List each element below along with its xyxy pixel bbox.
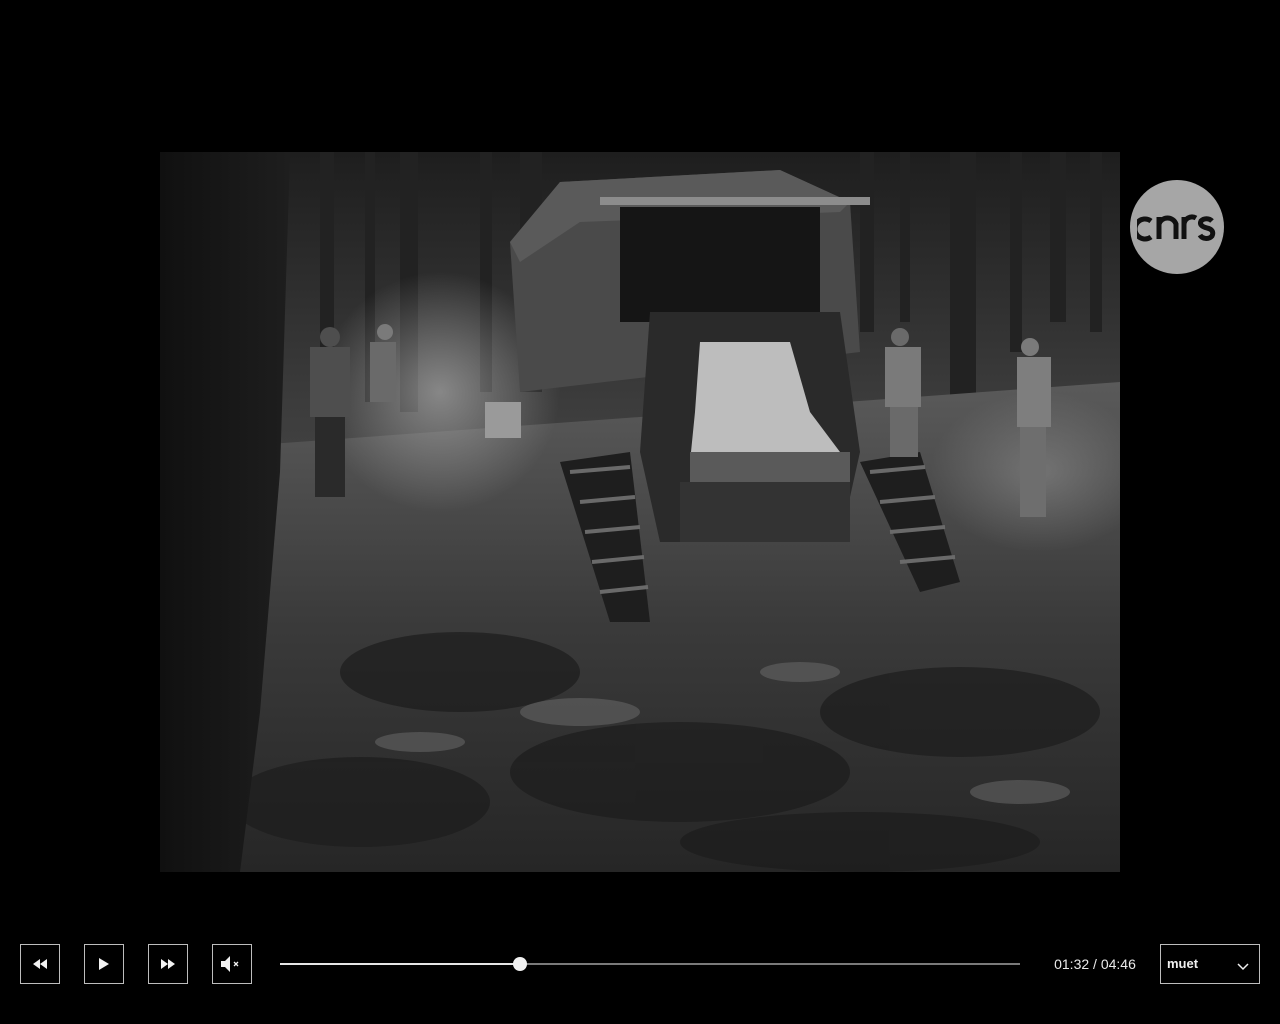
progress-fill <box>280 963 520 965</box>
duration: 04:46 <box>1100 956 1136 972</box>
play-button[interactable] <box>84 944 124 984</box>
audio-track-select[interactable]: muet <box>1160 944 1260 984</box>
time-display: 01:32 / 04:46 <box>1040 955 1150 973</box>
control-bar: 01:32 / 04:46 muet <box>0 944 1280 984</box>
fast-forward-icon <box>161 959 175 969</box>
video-player: 01:32 / 04:46 muet <box>0 0 1280 1024</box>
rewind-button[interactable] <box>20 944 60 984</box>
progress-handle[interactable] <box>512 957 527 971</box>
time-separator: / <box>1089 956 1101 972</box>
video-still-image <box>160 152 1120 872</box>
rewind-icon <box>33 959 47 969</box>
cnrs-logo <box>1130 180 1224 274</box>
audio-track-selected: muet <box>1167 956 1199 971</box>
video-frame[interactable] <box>160 152 1120 872</box>
play-icon <box>99 958 109 970</box>
volume-muted-icon <box>221 956 243 972</box>
chevron-down-icon <box>1237 959 1249 974</box>
current-time: 01:32 <box>1054 956 1090 972</box>
mute-button[interactable] <box>212 944 252 984</box>
fast-forward-button[interactable] <box>148 944 188 984</box>
cnrs-logo-lettering <box>1137 214 1216 242</box>
progress-bar[interactable] <box>280 957 1020 971</box>
